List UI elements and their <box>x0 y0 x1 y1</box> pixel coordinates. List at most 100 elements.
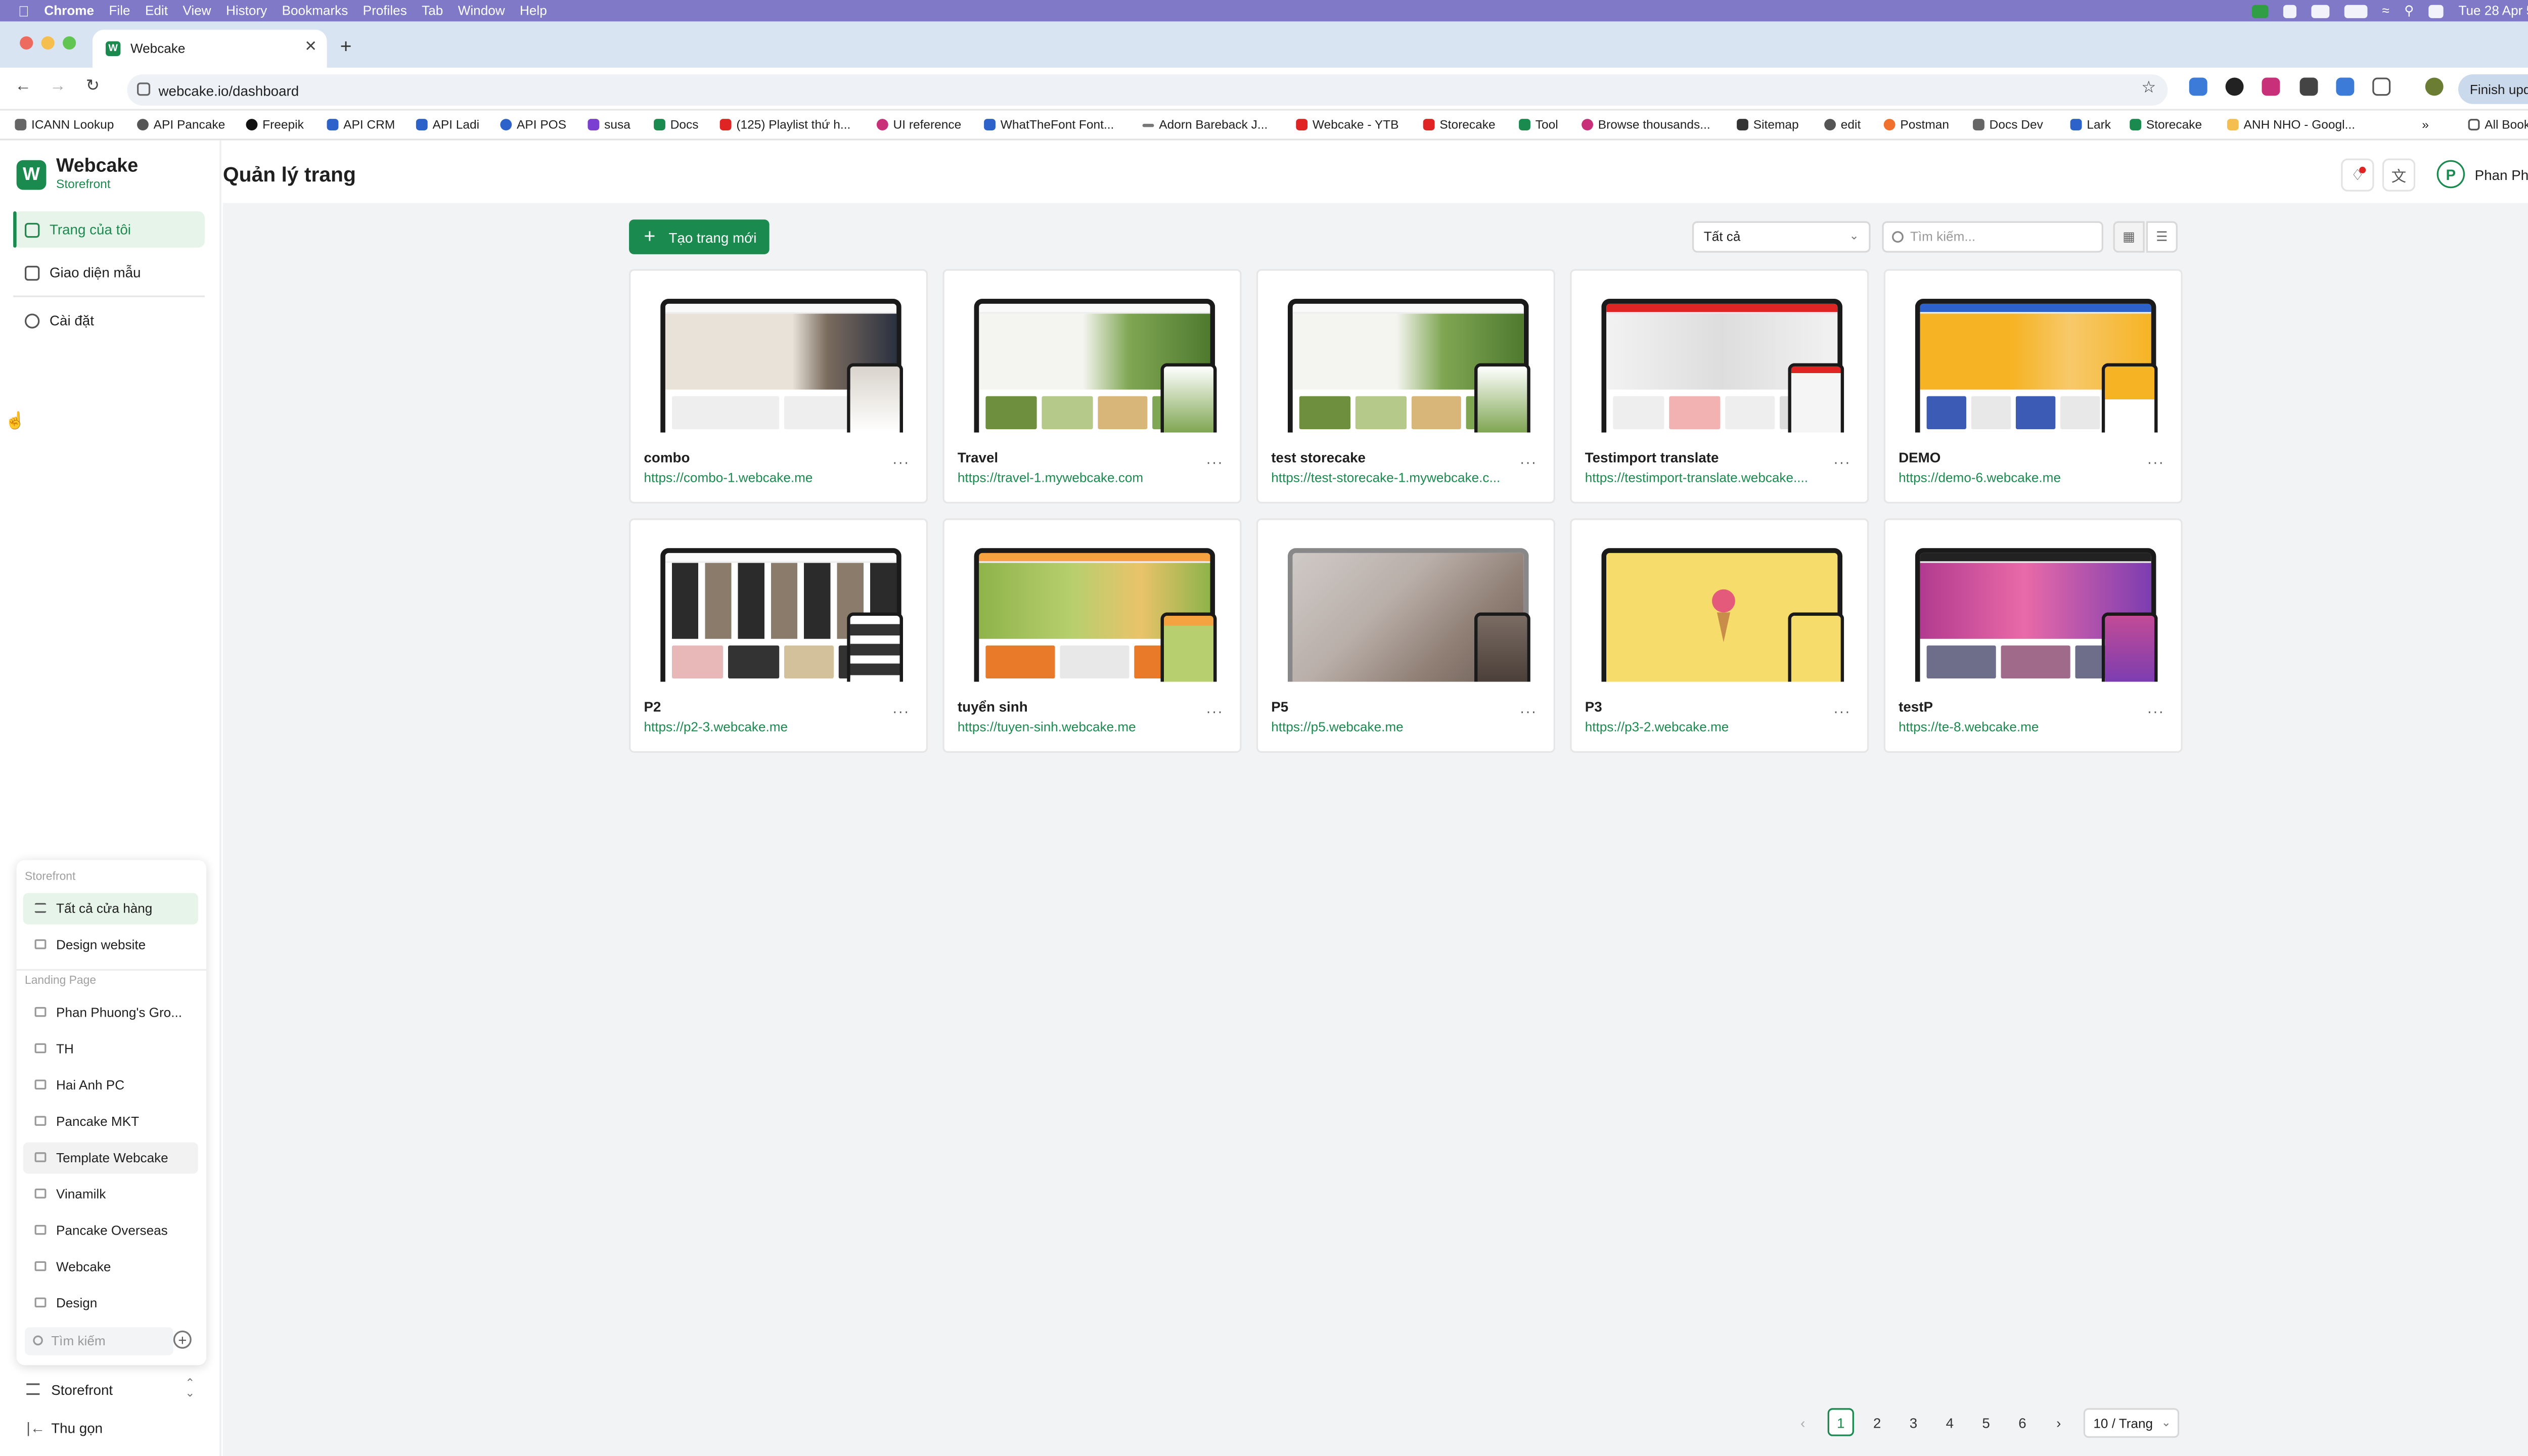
create-page-button[interactable]: + Tạo trang mới <box>629 219 770 254</box>
page-thumbnail[interactable] <box>1284 547 1530 682</box>
page-size-select[interactable]: 10 / Trang ⌄ <box>2083 1408 2180 1438</box>
prev-page-icon[interactable]: ‹ <box>1790 1408 1816 1436</box>
page-card-url[interactable]: https://p2-3.webcake.me <box>644 720 788 735</box>
bookmark-item[interactable]: Adorn Bareback J... <box>1142 117 1268 132</box>
search-input[interactable]: Tìm kiếm... <box>1882 221 2103 253</box>
page-card[interactable]: tuyển sinh https://tuyen-sinh.webcake.me… <box>942 518 1242 753</box>
language-button[interactable]: 文 <box>2382 158 2416 192</box>
page-card[interactable]: P3 https://p3-2.webcake.me ··· <box>1570 518 1869 753</box>
window-close-icon[interactable] <box>20 36 33 50</box>
page-card[interactable]: Travel https://travel-1.mywebcake.com ··… <box>942 269 1242 504</box>
new-tab-icon[interactable]: + <box>340 35 352 58</box>
extension-icon-1[interactable] <box>2189 77 2207 96</box>
menu-profiles[interactable]: Profiles <box>363 4 407 18</box>
notification-button[interactable]: ♢ <box>2341 158 2374 192</box>
menu-bookmarks[interactable]: Bookmarks <box>282 4 348 18</box>
bookmark-item[interactable]: API Ladi <box>416 117 479 132</box>
status-icon[interactable] <box>2283 4 2296 18</box>
store-item[interactable]: Pancake Overseas <box>23 1215 198 1246</box>
extensions-puzzle-icon[interactable] <box>2372 77 2391 96</box>
add-store-icon[interactable]: + <box>173 1330 192 1349</box>
page-number[interactable]: 5 <box>1973 1408 1999 1436</box>
apple-icon[interactable]:  <box>18 3 29 19</box>
bookmark-item[interactable]: Docs <box>654 117 699 132</box>
more-options-icon[interactable]: ··· <box>892 454 910 471</box>
reload-icon[interactable]: ↻ <box>86 77 100 96</box>
more-options-icon[interactable]: ··· <box>2147 703 2164 720</box>
page-card-url[interactable]: https://te-8.webcake.me <box>1899 720 2039 735</box>
page-thumbnail[interactable] <box>1598 547 1844 682</box>
bookmark-item[interactable]: Storecake <box>1423 117 1496 132</box>
spotlight-icon[interactable]: ⚲ <box>2404 4 2414 18</box>
extension-icon-2[interactable] <box>2225 77 2244 96</box>
forward-icon[interactable]: → <box>50 77 66 96</box>
page-card[interactable]: P2 https://p2-3.webcake.me ··· <box>629 518 928 753</box>
bookmark-item[interactable]: susa <box>588 117 630 132</box>
bookmark-star-icon[interactable]: ☆ <box>2141 79 2156 98</box>
store-item[interactable]: Design <box>23 1288 198 1319</box>
menu-file[interactable]: File <box>109 4 130 18</box>
wifi-icon[interactable]: ≈ <box>2382 4 2389 18</box>
bookmark-item[interactable]: Webcake - YTB <box>1296 117 1399 132</box>
bookmark-item[interactable]: Tool <box>1519 117 1558 132</box>
page-thumbnail[interactable] <box>657 297 904 433</box>
window-minimize-icon[interactable] <box>41 36 55 50</box>
vpn-icon[interactable] <box>2251 4 2269 18</box>
bookmark-item[interactable]: Postman <box>1883 117 1949 132</box>
bookmark-item[interactable]: Storecake <box>2130 117 2202 132</box>
page-number[interactable]: 6 <box>2009 1408 2036 1436</box>
battery-icon[interactable] <box>2344 4 2368 18</box>
bookmark-item[interactable]: (125) Playlist thứ h... <box>719 117 850 132</box>
window-zoom-icon[interactable] <box>63 36 76 50</box>
bookmark-item[interactable]: edit <box>1824 117 1861 132</box>
next-page-icon[interactable]: › <box>2046 1408 2072 1436</box>
store-item[interactable]: Vinamilk <box>23 1178 198 1210</box>
menu-view[interactable]: View <box>183 4 211 18</box>
page-card-url[interactable]: https://test-storecake-1.mywebcake.c... <box>1271 471 1500 485</box>
bookmark-item[interactable]: Browse thousands... <box>1582 117 1710 132</box>
page-card[interactable]: Testimport translate https://testimport-… <box>1570 269 1869 504</box>
user-menu[interactable]: P Phan Phuong <box>2436 160 2528 189</box>
page-card-url[interactable]: https://p3-2.webcake.me <box>1585 720 1729 735</box>
more-options-icon[interactable]: ··· <box>1833 703 1850 720</box>
extension-icon-5[interactable] <box>2336 77 2355 96</box>
more-options-icon[interactable]: ··· <box>1520 454 1537 471</box>
grid-view-button[interactable]: ▦ <box>2113 221 2145 253</box>
more-options-icon[interactable]: ··· <box>892 703 910 720</box>
menubar-clock[interactable]: Tue 28 Apr 5:41 PM <box>2458 4 2528 18</box>
bookmark-item[interactable]: WhatTheFont Font... <box>984 117 1114 132</box>
menu-tab[interactable]: Tab <box>422 4 443 18</box>
bookmark-item[interactable]: ANH NHO - Googl... <box>2227 117 2355 132</box>
finish-update-button[interactable]: Finish update ⋮ <box>2458 74 2528 104</box>
more-options-icon[interactable]: ··· <box>1206 703 1223 720</box>
extension-icon-3[interactable] <box>2262 77 2280 96</box>
page-thumbnail[interactable] <box>1912 297 2158 433</box>
input-source-icon[interactable] <box>2311 4 2329 18</box>
page-thumbnail[interactable] <box>1598 297 1844 433</box>
bookmark-item[interactable]: API CRM <box>327 117 395 132</box>
bookmarks-overflow-icon[interactable]: » <box>2422 117 2429 132</box>
page-card[interactable]: combo https://combo-1.webcake.me ··· <box>629 269 928 504</box>
page-thumbnail[interactable] <box>1284 297 1530 433</box>
page-thumbnail[interactable] <box>971 297 1217 433</box>
menu-window[interactable]: Window <box>458 4 505 18</box>
control-center-icon[interactable] <box>2428 4 2444 18</box>
sidebar-item-settings[interactable]: Cài đặt <box>13 302 205 339</box>
sidebar-item-my-pages[interactable]: Trang của tôi <box>13 211 205 248</box>
more-options-icon[interactable]: ··· <box>1520 703 1537 720</box>
extension-icon-4[interactable] <box>2299 77 2318 96</box>
bookmark-item[interactable]: Freepik <box>246 117 304 132</box>
filter-select[interactable]: Tất cả ⌄ <box>1692 221 1871 253</box>
store-item[interactable]: TH <box>23 1033 198 1065</box>
brand-logo[interactable]: W Webcake Storefront <box>16 157 138 192</box>
more-options-icon[interactable]: ··· <box>1206 454 1223 471</box>
bookmark-item[interactable]: Docs Dev <box>1973 117 2043 132</box>
collapse-sidebar-button[interactable]: |← Thu gọn <box>13 1413 205 1443</box>
bookmark-item[interactable]: UI reference <box>876 117 961 132</box>
tab-close-icon[interactable]: ✕ <box>304 38 317 56</box>
page-number[interactable]: 2 <box>1864 1408 1890 1436</box>
bookmark-item[interactable]: ICANN Lookup <box>15 117 114 132</box>
page-card[interactable]: testP https://te-8.webcake.me ··· <box>1883 518 2183 753</box>
page-card-url[interactable]: https://testimport-translate.webcake.... <box>1585 471 1808 485</box>
site-info-icon[interactable] <box>137 82 151 96</box>
